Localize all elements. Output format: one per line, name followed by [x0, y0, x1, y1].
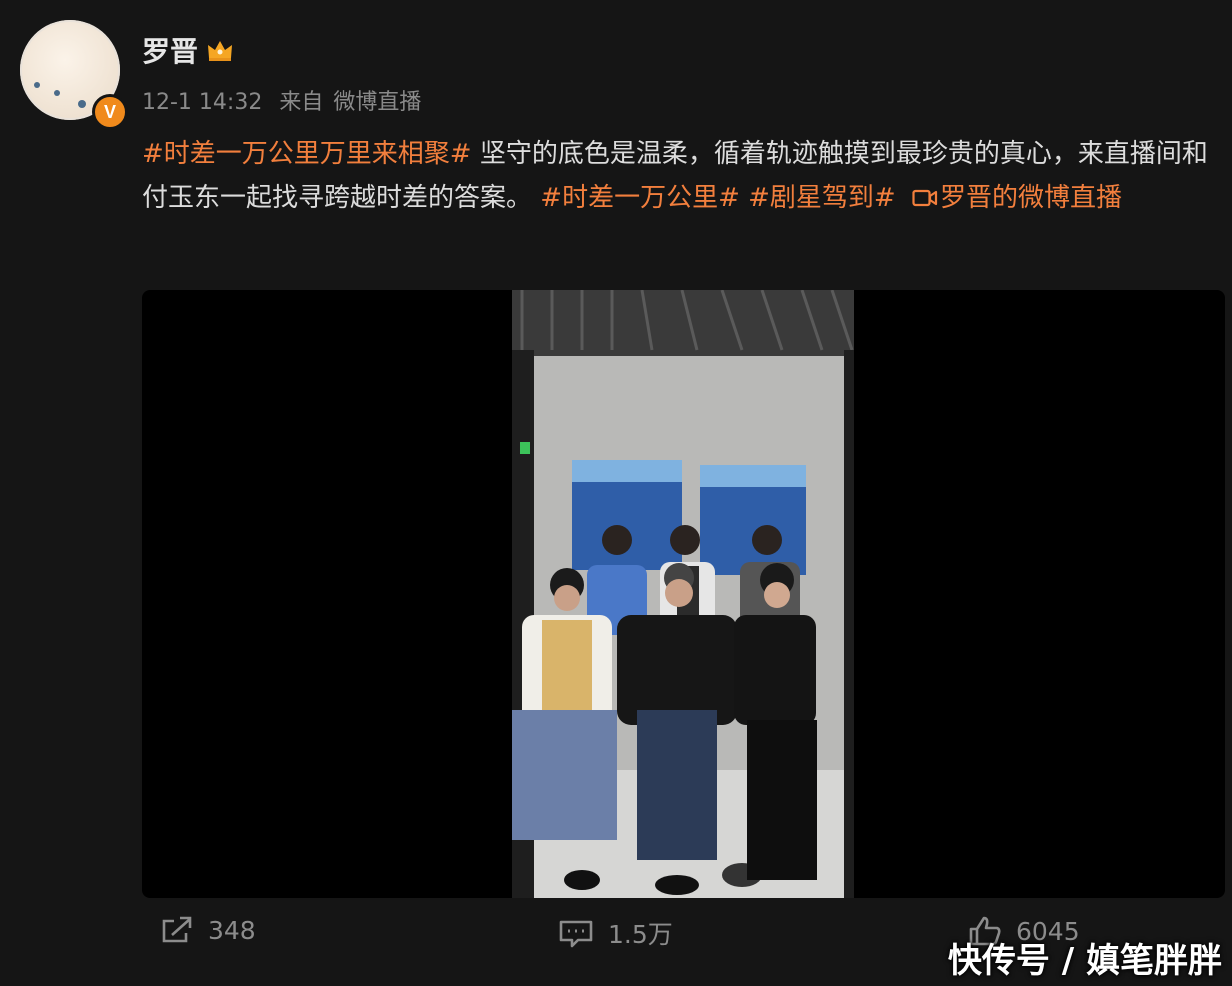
username[interactable]: 罗晋: [142, 30, 234, 70]
share-icon: [162, 916, 192, 943]
comment-icon: [559, 920, 593, 948]
source-prefix: 来自: [279, 90, 324, 115]
video-player[interactable]: [142, 290, 1225, 898]
live-link[interactable]: 罗晋的微博直播: [904, 183, 1122, 213]
hashtag-link[interactable]: #时差一万公里万里来相聚#: [142, 139, 472, 169]
repost-count: 348: [208, 915, 256, 945]
group-photo-illustration: [512, 290, 854, 898]
hashtag-link[interactable]: #时差一万公里#: [540, 183, 740, 213]
avatar-decoration: [34, 82, 40, 88]
comment-count: 1.5万: [608, 920, 673, 949]
hashtag-link[interactable]: #剧星驾到#: [748, 183, 896, 213]
live-link-text[interactable]: 罗晋的微博直播: [940, 183, 1122, 213]
post-text: #时差一万公里万里来相聚# 坚守的底色是温柔，循着轨迹触摸到最珍贵的真心，来直播…: [142, 132, 1227, 220]
video-frame-image: [512, 290, 854, 898]
post-meta: 12-1 14:32 来自 微博直播: [142, 84, 431, 116]
watermark-text: 快传号 / 嫃笔胖胖: [947, 941, 1222, 981]
avatar-decoration: [78, 100, 86, 108]
live-icon: [912, 189, 938, 207]
comment-button[interactable]: 1.5万: [558, 915, 673, 951]
crown-icon: [208, 41, 233, 61]
post-source[interactable]: 微博直播: [333, 90, 421, 115]
username-text[interactable]: 罗晋: [142, 30, 198, 70]
post-time[interactable]: 12-1 14:32: [142, 90, 262, 115]
verified-badge-icon: V: [92, 94, 128, 130]
avatar-decoration: [54, 90, 60, 96]
repost-button[interactable]: 348: [160, 915, 256, 945]
